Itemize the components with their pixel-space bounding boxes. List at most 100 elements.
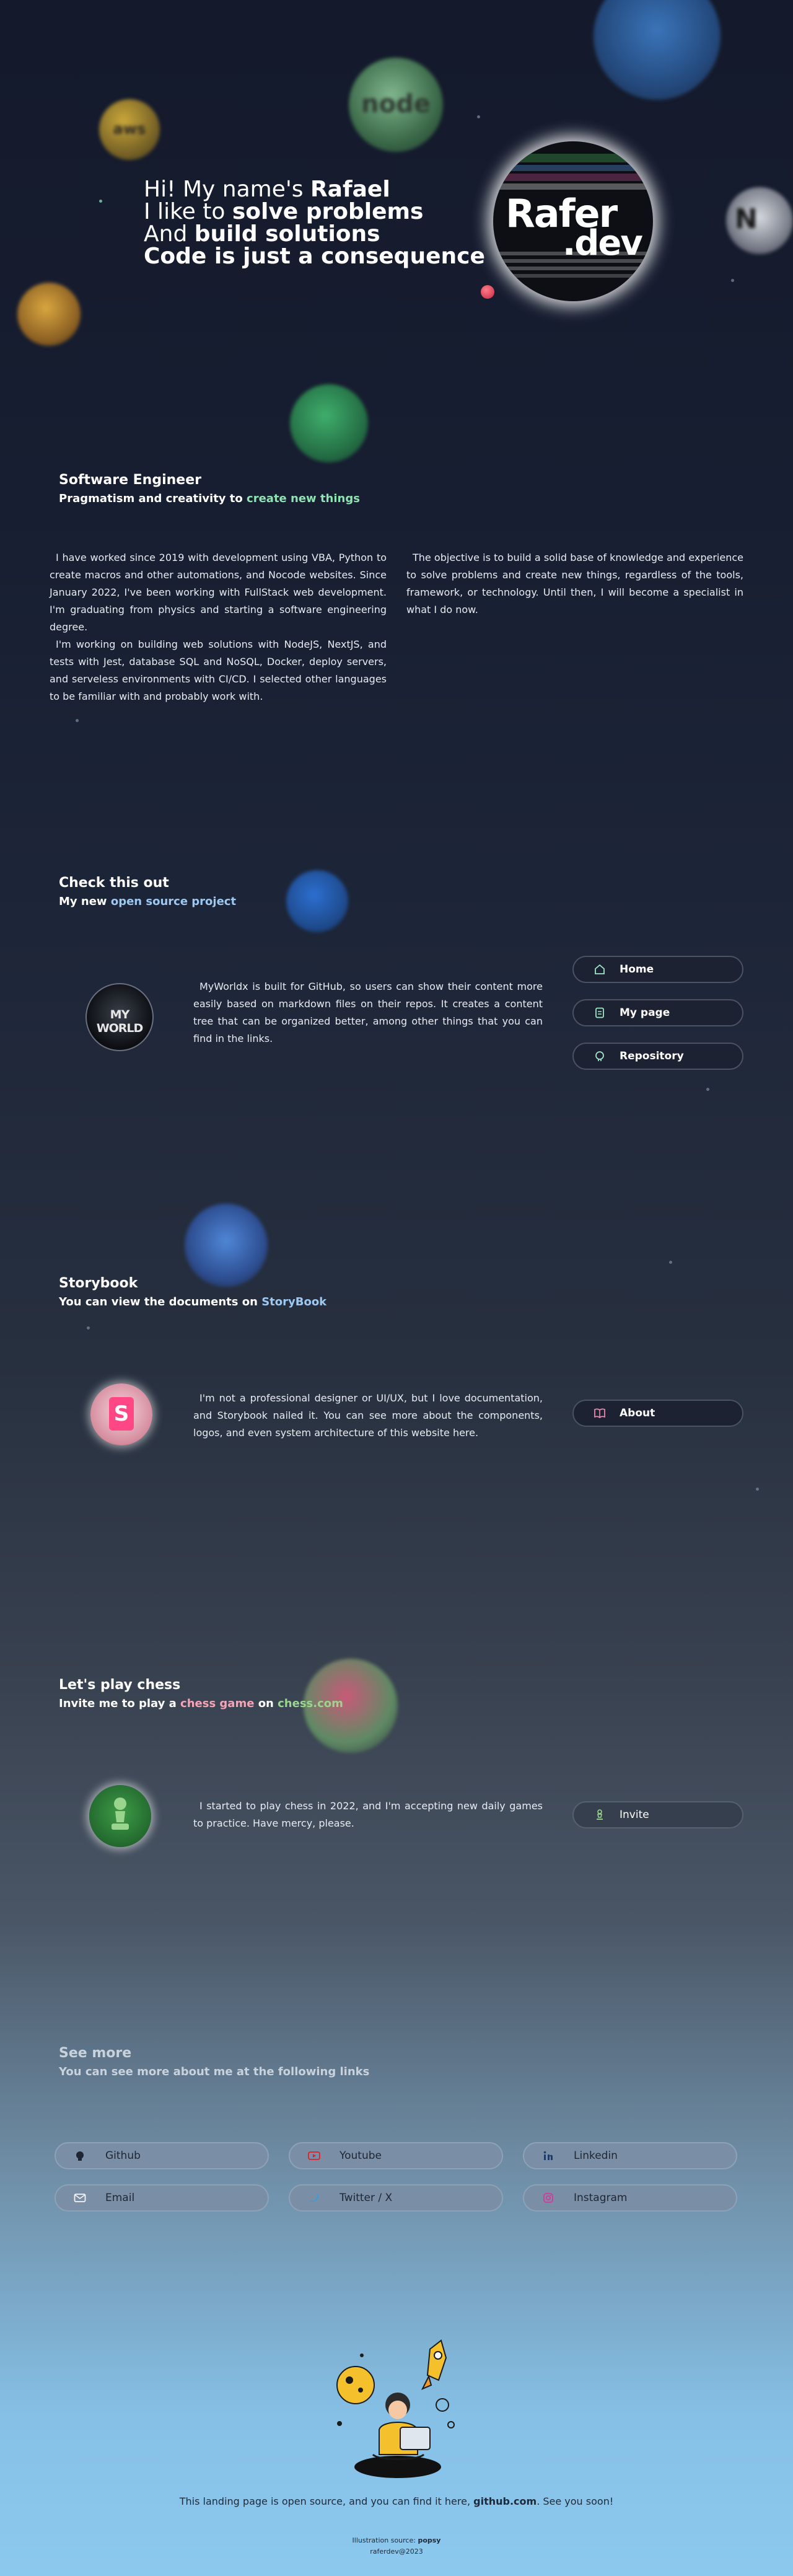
hero-line-1-text: Hi! My name's <box>144 177 310 202</box>
chess-subtitle-text: Invite me to play a <box>59 1697 181 1710</box>
youtube-icon <box>307 2149 321 2163</box>
linkedin-link-label: Linkedin <box>574 2150 618 2162</box>
github-link[interactable]: Github <box>55 2142 269 2169</box>
about-button-label: About <box>620 1407 655 1419</box>
chess-text: I started to play chess in 2022, and I'm… <box>193 1800 543 1829</box>
docker-bubble-icon <box>594 0 721 100</box>
twitter-link-label: Twitter / X <box>340 2192 393 2204</box>
about-left-p1: I have worked since 2019 with developmen… <box>50 552 387 633</box>
chess-subtitle: Invite me to play a chess game on chess.… <box>59 1697 343 1710</box>
aws-bubble-icon: aws <box>99 99 160 160</box>
red-dot <box>481 285 494 299</box>
email-icon <box>73 2191 87 2205</box>
nest-bubble-icon <box>286 870 348 932</box>
hero-line-2: I like to solve problems <box>144 201 423 223</box>
hero-line-2-bold: solve problems <box>232 199 424 224</box>
home-icon <box>594 963 606 976</box>
instagram-link-label: Instagram <box>574 2192 628 2204</box>
instagram-link[interactable]: Instagram <box>523 2184 737 2212</box>
storybook-subtitle-accent: StoryBook <box>261 1295 327 1308</box>
about-right-p1: The objective is to build a solid base o… <box>406 552 743 615</box>
repository-button-label: Repository <box>620 1050 684 1062</box>
email-link[interactable]: Email <box>55 2184 269 2212</box>
star <box>99 200 102 203</box>
chess-subtitle-site: chess.com <box>278 1697 343 1710</box>
project-subtitle: My new open source project <box>59 895 236 908</box>
illustration-label: Illustration source: <box>352 2536 418 2544</box>
star <box>731 279 734 282</box>
about-subtitle: Pragmatism and creativity to create new … <box>59 492 360 505</box>
home-button-label: Home <box>620 963 654 976</box>
chess-subtitle-accent: chess game <box>180 1697 255 1710</box>
invite-button[interactable]: Invite <box>572 1801 743 1828</box>
about-button[interactable]: About <box>572 1400 743 1427</box>
chess-pawn-icon <box>594 1809 606 1821</box>
chess-subtitle-on: on <box>254 1697 278 1710</box>
about-left-p2: I'm working on building web solutions wi… <box>50 638 387 702</box>
tailwind-bubble-icon <box>185 1204 268 1287</box>
copyright: raferdev@2023 <box>370 2547 423 2556</box>
hero-line-3-bold: build solutions <box>194 221 380 247</box>
logo-text-dev: .dev <box>563 223 643 263</box>
see-more-subtitle: You can see more about me at the followi… <box>59 2065 370 2078</box>
project-text: MyWorldx is built for GitHub, so users c… <box>193 981 543 1044</box>
chess-title: Let's play chess <box>59 1677 181 1693</box>
storybook-subtitle: You can view the documents on StoryBook <box>59 1295 326 1308</box>
hero-line-3: And build solutions <box>144 223 380 245</box>
footer-text-a: This landing page is open source, and yo… <box>179 2495 471 2507</box>
about-subtitle-text: Pragmatism and creativity to <box>59 492 247 505</box>
star <box>756 1488 759 1491</box>
email-link-label: Email <box>105 2192 135 2204</box>
star <box>477 115 480 118</box>
hero-line-1: Hi! My name's Rafael <box>144 179 390 201</box>
star <box>706 1088 709 1091</box>
footer-github-link[interactable]: github.com <box>473 2495 537 2507</box>
about-right-paragraph: The objective is to build a solid base o… <box>406 549 743 619</box>
repository-button[interactable]: Repository <box>572 1043 743 1070</box>
storybook-text: I'm not a professional designer or UI/UX… <box>193 1392 543 1439</box>
chess-logo <box>89 1785 151 1847</box>
node-label: node <box>361 90 431 118</box>
myworld-logo-text: MY WORLD <box>96 1008 144 1035</box>
vue-bubble-icon <box>290 384 368 462</box>
home-button[interactable]: Home <box>572 956 743 983</box>
next-label: N <box>735 203 758 235</box>
hero-name: Rafael <box>310 177 390 202</box>
github-icon <box>73 2149 87 2163</box>
see-more-title: See more <box>59 2045 132 2061</box>
project-subtitle-text: My new <box>59 895 111 908</box>
illustration-source-link[interactable]: popsy <box>418 2536 440 2544</box>
my-page-button-label: My page <box>620 1007 670 1019</box>
illustration-credit: Illustration source: popsy <box>0 2536 793 2544</box>
storybook-title: Storybook <box>59 1276 138 1291</box>
star <box>76 719 79 722</box>
youtube-link[interactable]: Youtube <box>289 2142 503 2169</box>
postgres-bubble-icon <box>17 283 81 346</box>
github-link-label: Github <box>105 2150 141 2162</box>
twitter-icon <box>307 2191 321 2205</box>
project-title: Check this out <box>59 875 169 891</box>
storybook-logo: S <box>90 1383 152 1445</box>
document-icon <box>594 1007 606 1019</box>
star <box>87 1326 90 1330</box>
about-left-paragraph: I have worked since 2019 with developmen… <box>50 549 387 705</box>
storybook-subtitle-text: You can view the documents on <box>59 1295 262 1308</box>
about-title: Software Engineer <box>59 472 201 488</box>
my-page-button[interactable]: My page <box>572 999 743 1026</box>
hero-line-4-text: Code is just a consequence <box>144 244 485 269</box>
astronaut-illustration <box>336 2339 455 2478</box>
aws-label: aws <box>113 120 146 138</box>
footer-text-b: . See you soon! <box>537 2495 614 2507</box>
twitter-link[interactable]: Twitter / X <box>289 2184 503 2212</box>
rafer-dev-logo: Rafer .dev <box>493 141 653 301</box>
chess-pawn-logo-icon <box>112 1797 129 1830</box>
project-subtitle-accent: open source project <box>110 895 237 908</box>
instagram-icon <box>541 2191 555 2205</box>
myworld-logo: MY WORLD <box>85 983 154 1051</box>
linkedin-icon <box>541 2149 555 2163</box>
linkedin-link[interactable]: Linkedin <box>523 2142 737 2169</box>
star <box>669 1261 672 1264</box>
footer-text: This landing page is open source, and yo… <box>0 2495 793 2507</box>
about-subtitle-accent: create new things <box>247 492 360 505</box>
hero-line-4: Code is just a consequence <box>144 245 485 268</box>
